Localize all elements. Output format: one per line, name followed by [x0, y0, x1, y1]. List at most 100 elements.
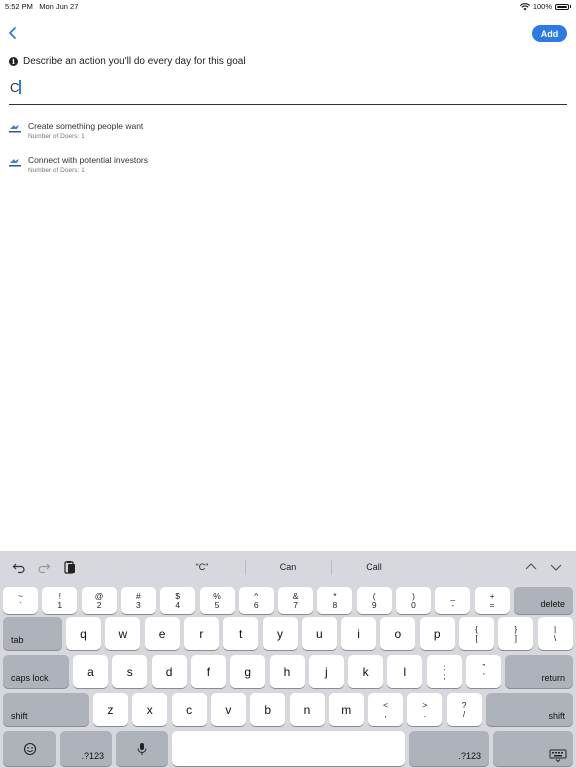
text-caret — [19, 80, 21, 94]
wifi-icon — [519, 2, 530, 10]
number-row-key[interactable]: _ - — [435, 587, 471, 614]
action-input[interactable]: C — [9, 76, 567, 105]
paste-icon[interactable] — [63, 560, 77, 574]
key-char: \ — [553, 632, 557, 643]
delete-key[interactable]: delete — [514, 587, 573, 614]
suggestion-logo-icon — [9, 125, 21, 133]
letter-key[interactable]: g — [230, 655, 266, 688]
goal-action-prompt: i Describe an action you'll do every day… — [9, 56, 246, 67]
return-key[interactable]: return — [505, 655, 573, 688]
letter-key[interactable]: e — [144, 617, 180, 650]
key-char: ] — [514, 632, 517, 643]
symbol-key[interactable]: <, — [368, 693, 403, 726]
shift-right-key[interactable]: shift — [486, 693, 573, 726]
letter-key[interactable]: k — [348, 655, 384, 688]
caps-lock-key[interactable]: caps lock — [3, 655, 69, 688]
letter-key[interactable]: i — [341, 617, 377, 650]
letter-key[interactable]: z — [93, 693, 128, 726]
predictive-bar: “C” Can Call — [0, 551, 576, 583]
symbol-key[interactable]: | \ — [537, 617, 573, 650]
key-char: 0 — [411, 599, 416, 610]
key-char: . — [423, 708, 426, 719]
number-row-key[interactable]: ! 1 — [42, 587, 78, 614]
number-row-key[interactable]: ~ ` — [3, 587, 38, 614]
letter-key[interactable]: s — [112, 655, 148, 688]
number-row-key[interactable]: #3 — [120, 587, 156, 614]
keyboard-dismiss-key[interactable] — [493, 731, 573, 766]
symbol-key[interactable]: :; — [427, 655, 462, 688]
letter-key[interactable]: u — [301, 617, 337, 650]
letter-key[interactable]: x — [132, 693, 168, 726]
undo-icon[interactable] — [12, 560, 26, 574]
key-char: 3 — [136, 599, 141, 610]
key-char: 4 — [175, 599, 181, 610]
status-bar: 5:52 PM Mon Jun 27 100% — [0, 0, 576, 14]
letter-key[interactable]: l — [387, 655, 423, 688]
action-input-value[interactable]: C — [10, 80, 21, 95]
chevron-left-icon[interactable] — [6, 26, 20, 40]
prompt-text: Describe an action you'll do every day f… — [23, 56, 246, 67]
letter-key[interactable]: w — [105, 617, 141, 650]
letter-key[interactable]: q — [66, 617, 101, 650]
key-char: [ — [475, 632, 478, 643]
key-char: / — [462, 708, 466, 719]
number-row-key[interactable]: (9 — [356, 587, 392, 614]
number-row-key[interactable]: % 5 — [199, 587, 235, 614]
symbol-key[interactable]: ? / — [446, 693, 482, 726]
letter-key[interactable]: m — [328, 693, 364, 726]
letter-key[interactable]: y — [262, 617, 298, 650]
key-char: 8 — [332, 599, 338, 610]
space-bar[interactable] — [172, 731, 405, 766]
dictation-key[interactable] — [116, 731, 168, 766]
key-char: 7 — [293, 599, 298, 610]
numbers-left-key[interactable]: .?123 — [60, 731, 112, 766]
onscreen-keyboard: “C” Can Call ~ `! 1 @2 #3 $4% 5 ^ 6 & 7 * 8(9) 0 _ - + = … — [0, 551, 576, 768]
status-date: Mon Jun 27 — [39, 2, 79, 11]
symbol-key[interactable]: }] — [498, 617, 534, 650]
letter-key[interactable]: f — [190, 655, 226, 688]
letter-key[interactable]: r — [183, 617, 219, 650]
number-row-key[interactable]: $4 — [160, 587, 196, 614]
prediction-3[interactable]: Call — [332, 551, 416, 583]
letter-key[interactable]: t — [223, 617, 259, 650]
number-row-key[interactable]: + = — [474, 587, 510, 614]
shift-left-key[interactable]: shift — [3, 693, 89, 726]
letter-key[interactable]: n — [289, 693, 325, 726]
chevron-down-icon[interactable] — [549, 560, 563, 574]
letter-key[interactable]: v — [210, 693, 246, 726]
letter-key[interactable]: d — [151, 655, 187, 688]
symbol-key[interactable]: >. — [407, 693, 443, 726]
info-icon: i — [9, 57, 18, 66]
letter-key[interactable]: p — [419, 617, 455, 650]
key-char: ’ — [482, 670, 485, 681]
emoji-icon — [23, 742, 36, 755]
chevron-up-icon[interactable] — [524, 560, 538, 574]
key-char: 1 — [57, 599, 63, 610]
suggestion-title: Create something people want — [28, 121, 144, 131]
letter-key[interactable]: c — [171, 693, 207, 726]
emoji-key[interactable] — [3, 731, 56, 766]
tab-key[interactable]: tab — [3, 617, 62, 650]
letter-key[interactable]: o — [380, 617, 416, 650]
suggestion-title: Connect with potential investors — [28, 155, 149, 165]
number-row-key[interactable]: & 7 — [278, 587, 314, 614]
number-row-key[interactable]: ) 0 — [396, 587, 431, 614]
number-row-key[interactable]: @2 — [81, 587, 117, 614]
letter-key[interactable]: j — [308, 655, 344, 688]
letter-key[interactable]: h — [269, 655, 305, 688]
symbol-key[interactable]: ”’ — [466, 655, 502, 688]
numbers-right-key[interactable]: .?123 — [409, 731, 489, 766]
symbol-key[interactable]: {[ — [459, 617, 494, 650]
key-char: ` — [19, 599, 22, 610]
suggestion-subtitle: Number of Doers: 1 — [28, 133, 85, 140]
add-button[interactable]: Add — [532, 25, 567, 42]
battery-percent: 100% — [532, 2, 552, 11]
redo-icon[interactable] — [37, 560, 51, 574]
prediction-2[interactable]: Can — [246, 551, 330, 583]
number-row-key[interactable]: * 8 — [317, 587, 353, 614]
letter-key[interactable]: a — [73, 655, 108, 688]
letter-key[interactable]: b — [250, 693, 286, 726]
number-row-key[interactable]: ^ 6 — [238, 587, 274, 614]
prediction-1[interactable]: “C” — [160, 551, 244, 583]
key-char: 5 — [214, 599, 220, 610]
